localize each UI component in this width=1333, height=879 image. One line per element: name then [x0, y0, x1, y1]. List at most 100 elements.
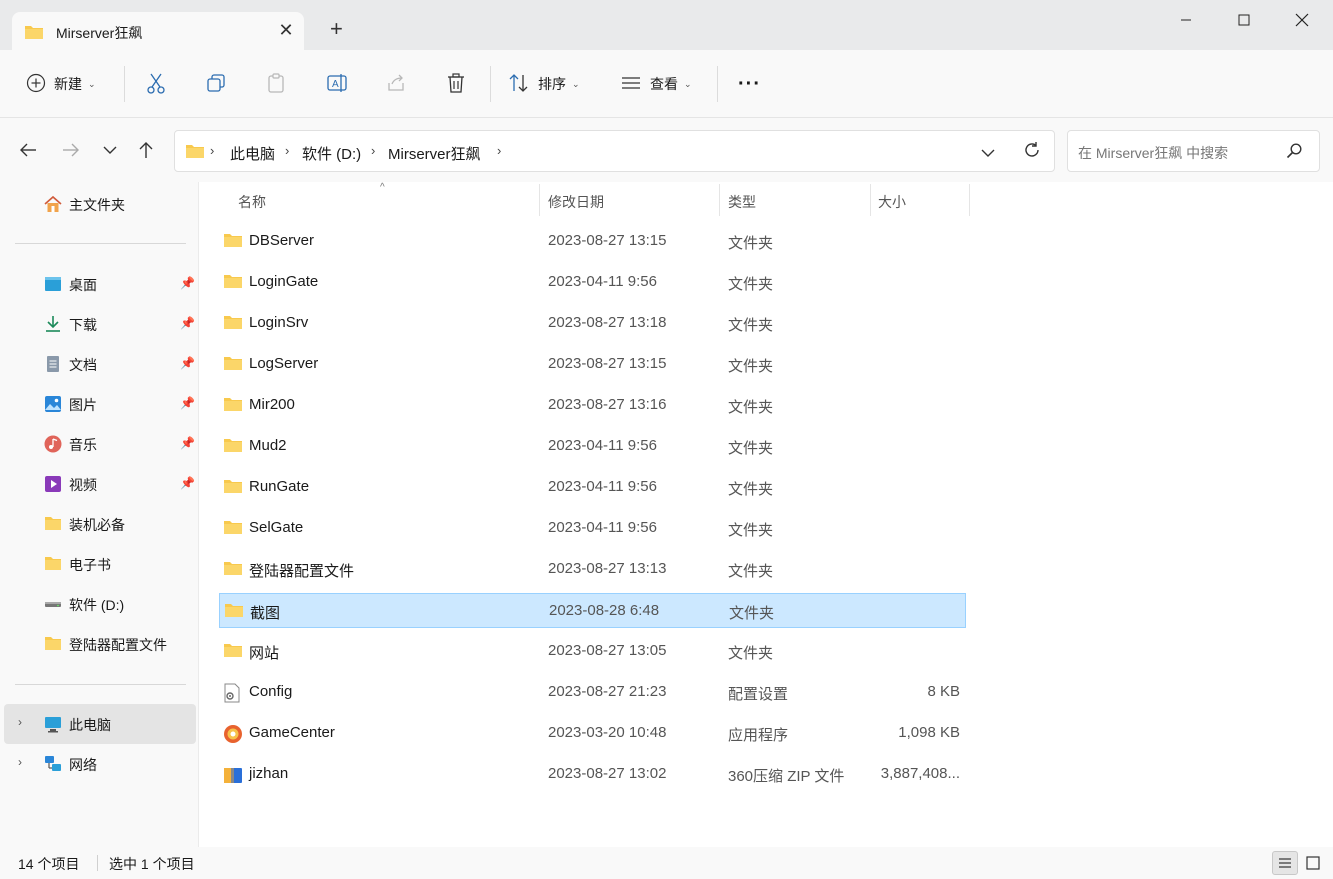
sidebar-item-downloads[interactable]: 下载 📌: [4, 304, 196, 344]
file-name: Config: [249, 683, 293, 700]
sidebar-item-music[interactable]: 音乐 📌: [4, 424, 196, 464]
sidebar-item-label: 网络: [69, 757, 97, 773]
file-row[interactable]: RunGate 2023-04-11 9:56 文件夹: [219, 470, 966, 505]
sort-ascending-icon: ^: [380, 182, 385, 193]
sidebar-item-essentials[interactable]: 装机必备: [4, 504, 196, 544]
tab-mirserver[interactable]: Mirserver狂飙 ✕: [12, 12, 304, 50]
file-type: 文件夹: [728, 317, 774, 334]
pin-icon[interactable]: 📌: [180, 436, 195, 450]
cut-button[interactable]: [146, 66, 166, 102]
file-type: 文件夹: [728, 481, 774, 498]
file-row[interactable]: jizhan 2023-08-27 13:02 360压缩 ZIP 文件 3,887,…: [219, 757, 966, 792]
sidebar-item-drive-d[interactable]: 软件 (D:): [4, 584, 196, 624]
pin-icon[interactable]: 📌: [180, 316, 195, 330]
chevron-right-icon[interactable]: ›: [18, 715, 22, 729]
file-row[interactable]: DBServer 2023-08-27 13:15 文件夹: [219, 224, 966, 259]
file-row[interactable]: Mir200 2023-08-27 13:16 文件夹: [219, 388, 966, 423]
column-header-date[interactable]: 修改日期: [548, 192, 604, 212]
new-button[interactable]: 新建 ⌄: [26, 66, 96, 102]
breadcrumb-this-pc[interactable]: 此电脑: [230, 143, 275, 164]
column-divider[interactable]: [870, 184, 871, 216]
file-row[interactable]: Mud2 2023-04-11 9:56 文件夹: [219, 429, 966, 464]
close-window-button[interactable]: [1273, 0, 1331, 40]
more-options-button[interactable]: ···: [738, 66, 761, 102]
file-row[interactable]: 登陆器配置文件 2023-08-27 13:13 文件夹: [219, 552, 966, 587]
sidebar-item-videos[interactable]: 视频 📌: [4, 464, 196, 504]
refresh-button[interactable]: [1023, 141, 1041, 162]
file-name: Mud2: [249, 437, 287, 454]
forward-button[interactable]: [57, 136, 85, 164]
close-tab-icon[interactable]: ✕: [276, 20, 296, 40]
details-view-button[interactable]: [1272, 851, 1298, 875]
column-divider[interactable]: [719, 184, 720, 216]
paste-button[interactable]: [266, 66, 286, 102]
folder-icon: [24, 24, 44, 43]
home-icon: [44, 195, 62, 213]
copy-button[interactable]: [206, 66, 226, 102]
sidebar-item-launcher-config[interactable]: 登陆器配置文件: [4, 624, 196, 664]
search-input[interactable]: 在 Mirserver狂飙 中搜索: [1067, 130, 1320, 172]
new-tab-button[interactable]: +: [330, 18, 343, 40]
sidebar-item-network[interactable]: › 网络: [4, 744, 196, 784]
address-history-button[interactable]: [981, 145, 995, 161]
plus-circle-icon: [26, 73, 46, 96]
file-row[interactable]: LogServer 2023-08-27 13:15 文件夹: [219, 347, 966, 382]
search-placeholder: 在 Mirserver狂飙 中搜索: [1078, 145, 1229, 161]
sidebar-item-home[interactable]: 主文件夹: [4, 184, 196, 224]
folder-icon: [44, 555, 62, 573]
delete-button[interactable]: [446, 66, 466, 102]
file-row[interactable]: 网站 2023-08-27 13:05 文件夹: [219, 634, 966, 669]
share-icon: [386, 73, 406, 96]
sidebar-item-pictures[interactable]: 图片 📌: [4, 384, 196, 424]
pin-icon[interactable]: 📌: [180, 476, 195, 490]
rename-button[interactable]: A: [326, 66, 348, 102]
address-bar[interactable]: › 此电脑 › 软件 (D:) › Mirserver狂飙 ›: [174, 130, 1055, 172]
sidebar-item-desktop[interactable]: 桌面 📌: [4, 264, 196, 304]
pin-icon[interactable]: 📌: [180, 356, 195, 370]
tiles-view-button[interactable]: [1300, 851, 1326, 875]
maximize-button[interactable]: [1215, 0, 1273, 40]
folder-icon: [223, 396, 243, 414]
column-header-type[interactable]: 类型: [728, 192, 756, 212]
file-date: 2023-08-27 21:23: [548, 683, 667, 700]
chevron-right-icon[interactable]: ›: [18, 755, 22, 769]
back-button[interactable]: [14, 136, 42, 164]
pin-icon[interactable]: 📌: [180, 276, 195, 290]
file-row[interactable]: GameCenter 2023-03-20 10:48 应用程序 1,098 KB: [219, 716, 966, 751]
video-icon: [44, 475, 62, 493]
navigation-row: › 此电脑 › 软件 (D:) › Mirserver狂飙 › 在 Mirser…: [0, 118, 1333, 182]
view-button[interactable]: 查看 ⌄: [620, 66, 692, 102]
file-row[interactable]: SelGate 2023-04-11 9:56 文件夹: [219, 511, 966, 546]
file-row[interactable]: LoginGate 2023-04-11 9:56 文件夹: [219, 265, 966, 300]
folder-icon: [223, 642, 243, 660]
minimize-button[interactable]: [1157, 0, 1215, 40]
file-row[interactable]: Config 2023-08-27 21:23 配置设置 8 KB: [219, 675, 966, 710]
sort-button[interactable]: 排序 ⌄: [508, 66, 580, 102]
file-row[interactable]: 截图 2023-08-28 6:48 文件夹: [219, 593, 966, 628]
column-divider[interactable]: [969, 184, 970, 216]
file-date: 2023-04-11 9:56: [548, 478, 657, 495]
sidebar-item-label: 音乐: [69, 437, 97, 453]
toolbar-divider: [490, 66, 491, 102]
column-divider[interactable]: [539, 184, 540, 216]
file-type: 文件夹: [728, 399, 774, 416]
pin-icon[interactable]: 📌: [180, 396, 195, 410]
up-button[interactable]: [132, 136, 160, 164]
folder-icon: [223, 355, 243, 373]
breadcrumb-drive-d[interactable]: 软件 (D:): [302, 143, 361, 164]
tiles-view-icon: [1306, 856, 1320, 870]
svg-text:A: A: [332, 79, 339, 90]
sidebar-item-ebooks[interactable]: 电子书: [4, 544, 196, 584]
file-list: ^ 名称 修改日期 类型 大小 DBServer 2023-08-27 13:15…: [199, 182, 1333, 847]
file-row[interactable]: LoginSrv 2023-08-27 13:18 文件夹: [219, 306, 966, 341]
sidebar-item-this-pc[interactable]: › 此电脑: [4, 704, 196, 744]
breadcrumb-current-folder[interactable]: Mirserver狂飙: [388, 143, 481, 164]
chevron-right-icon: ›: [497, 143, 502, 158]
column-header-name[interactable]: 名称: [238, 192, 266, 212]
recent-locations-button[interactable]: [96, 136, 124, 164]
sidebar-item-documents[interactable]: 文档 📌: [4, 344, 196, 384]
folder-icon: [223, 314, 243, 332]
folder-icon: [44, 515, 62, 533]
share-button[interactable]: [386, 66, 406, 102]
column-header-size[interactable]: 大小: [878, 192, 906, 212]
